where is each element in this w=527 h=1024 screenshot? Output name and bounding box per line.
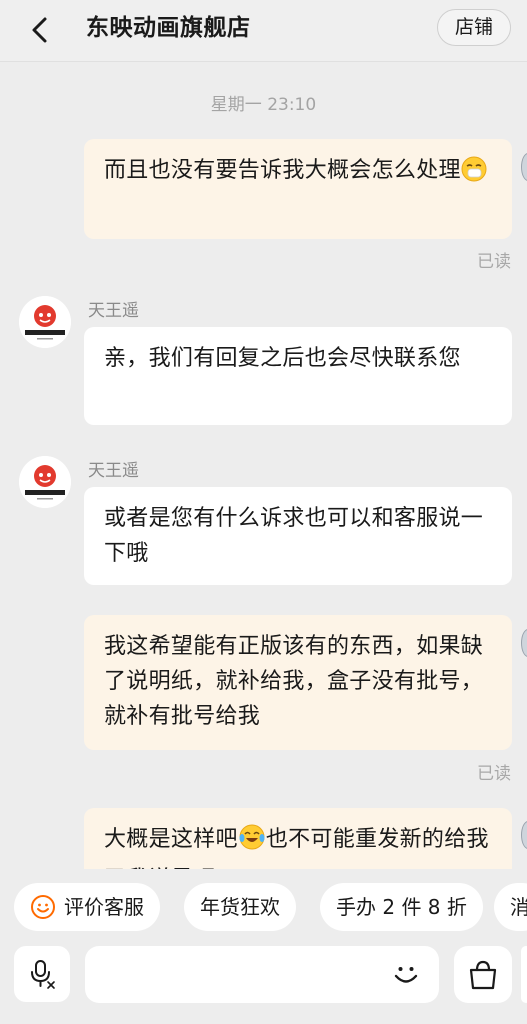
microphone-icon [31,960,55,989]
message-text: 我这希望能有正版该有的东西，如果缺了说明纸，就补给我，盒子没有批号，就补有批号给… [104,634,484,729]
quick-reply-bar: 评价客服 年货狂欢 手办 2 件 8 折 消 [0,869,527,945]
message-text: 而且也没有要告诉我大概会怎么处理 [104,158,461,183]
quick-reply-figure-discount[interactable]: 手办 2 件 8 折 [320,883,483,931]
their-message-bubble[interactable]: 或者是您有什么诉求也可以和客服说一下哦 [84,487,512,585]
avatar[interactable] [19,296,71,348]
my-avatar[interactable] [521,629,527,657]
quick-reply-new-year-sale[interactable]: 年货狂欢 [184,883,296,931]
chevron-left-icon [32,17,47,43]
my-message-bubble[interactable]: 我这希望能有正版该有的东西，如果缺了说明纸，就补给我，盒子没有批号，就补有批号给… [84,615,512,750]
toei-animation-logo-icon [19,456,71,508]
chip-label: 评价客服 [64,895,144,919]
sender-name: 天王遥 [88,461,139,481]
read-receipt: 已读 [477,764,511,784]
store-button[interactable]: 店铺 [437,9,511,46]
my-message-bubble[interactable]: 大概是这样吧也不可能重发新的给我了我说是吧 [84,808,512,869]
quick-reply-rate-service[interactable]: 评价客服 [14,883,160,931]
shopping-bag-button[interactable] [454,946,512,1003]
quick-reply-truncated[interactable]: 消 [494,883,527,931]
emoji-button[interactable] [386,954,426,994]
sneezing-face-icon [461,156,487,193]
message-text: 亲，我们有回复之后也会尽快联系您 [104,346,461,371]
message-input-bar [0,945,527,1024]
more-button[interactable] [521,946,527,1003]
toei-animation-logo-icon [19,296,71,348]
chip-label: 手办 2 件 8 折 [336,895,467,919]
message-timestamp: 星期一 23:10 [210,95,317,115]
read-receipt: 已读 [477,252,511,272]
chat-message-list[interactable]: 星期一 23:10 而且也没有要告诉我大概会怎么处理 已读 天王遥 亲，我们有回… [0,63,527,869]
my-avatar[interactable] [521,153,527,181]
my-message-bubble[interactable]: 而且也没有要告诉我大概会怎么处理 [84,139,512,239]
my-avatar[interactable] [521,821,527,849]
back-button[interactable] [22,12,58,48]
chip-label: 消 [510,895,527,919]
sender-name: 天王遥 [88,301,139,321]
page-title: 东映动画旗舰店 [86,15,251,41]
chip-label: 年货狂欢 [200,895,280,919]
their-message-bubble[interactable]: 亲，我们有回复之后也会尽快联系您 [84,327,512,425]
message-text: 大概是这样吧 [104,827,238,852]
message-text: 或者是您有什么诉求也可以和客服说一下哦 [104,506,484,566]
voice-input-button[interactable] [14,946,70,1002]
smiley-icon [30,894,56,920]
chat-header: 东映动画旗舰店 店铺 [0,0,527,62]
avatar[interactable] [19,456,71,508]
tears-of-joy-face-icon [238,823,266,862]
shopping-bag-icon [469,960,497,989]
smiley-face-icon [394,967,418,983]
